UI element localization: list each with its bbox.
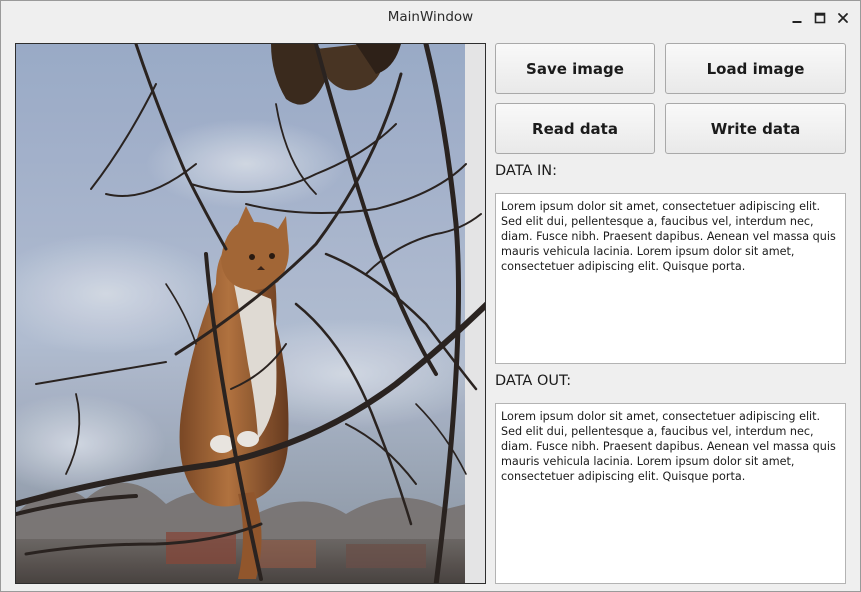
minimize-icon[interactable] [789, 10, 805, 26]
maximize-icon[interactable] [812, 10, 828, 26]
data-in-label: DATA IN: [495, 163, 557, 179]
load-image-button[interactable]: Load image [665, 43, 846, 94]
title-bar[interactable]: MainWindow [1, 1, 860, 35]
write-data-button[interactable]: Write data [665, 103, 846, 154]
cat-photo [16, 44, 485, 583]
data-out-textbox[interactable]: Lorem ipsum dolor sit amet, consectetuer… [495, 403, 846, 584]
data-out-label: DATA OUT: [495, 373, 572, 389]
window-title: MainWindow [387, 9, 474, 25]
main-window: MainWindow Save image Load image Read da… [0, 0, 861, 592]
read-data-button[interactable]: Read data [495, 103, 655, 154]
save-image-button[interactable]: Save image [495, 43, 655, 94]
data-in-textbox[interactable]: Lorem ipsum dolor sit amet, consectetuer… [495, 193, 846, 364]
close-icon[interactable] [835, 10, 851, 26]
image-view [15, 43, 486, 584]
